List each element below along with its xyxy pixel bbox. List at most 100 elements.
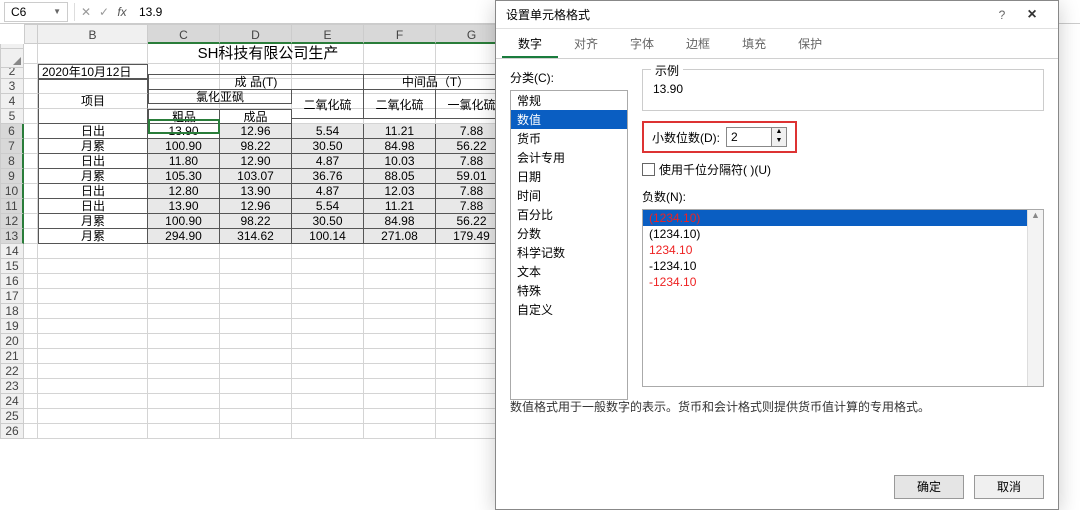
cell[interactable]: [292, 289, 364, 304]
cell[interactable]: 2020年10月12日: [38, 64, 148, 79]
select-all-corner[interactable]: [0, 48, 24, 68]
cell[interactable]: [24, 319, 38, 334]
category-item[interactable]: 百分比: [511, 205, 627, 224]
cell[interactable]: 月累: [38, 169, 148, 184]
row-header[interactable]: 11: [0, 199, 24, 214]
cell[interactable]: [220, 349, 292, 364]
category-item[interactable]: 分数: [511, 224, 627, 243]
cell[interactable]: [292, 424, 364, 439]
cell[interactable]: 4.87: [292, 184, 364, 199]
col-header[interactable]: D: [220, 24, 292, 44]
row-header[interactable]: 22: [0, 364, 24, 379]
cell[interactable]: [148, 259, 220, 274]
cell[interactable]: [148, 319, 220, 334]
cell[interactable]: [364, 334, 436, 349]
row-header[interactable]: 13: [0, 229, 24, 244]
cell[interactable]: [24, 394, 38, 409]
cell[interactable]: [148, 364, 220, 379]
cell[interactable]: 11.80: [148, 154, 220, 169]
dialog-titlebar[interactable]: 设置单元格格式 ? ×: [496, 1, 1058, 29]
tab-数字[interactable]: 数字: [502, 29, 558, 58]
cell[interactable]: [220, 409, 292, 424]
cell[interactable]: [292, 319, 364, 334]
cell[interactable]: [220, 319, 292, 334]
decimal-spinner[interactable]: ▲ ▼: [726, 127, 787, 147]
cell[interactable]: 5.54: [292, 199, 364, 214]
row-header[interactable]: 4: [0, 94, 24, 109]
spin-down-icon[interactable]: ▼: [772, 137, 786, 146]
cell[interactable]: [24, 184, 38, 199]
cell[interactable]: [24, 109, 38, 124]
cell[interactable]: [24, 214, 38, 229]
cell[interactable]: [24, 259, 38, 274]
cell[interactable]: [24, 44, 38, 64]
cell[interactable]: 11.21: [364, 199, 436, 214]
cell[interactable]: 日出: [38, 124, 148, 139]
row-header[interactable]: 6: [0, 124, 24, 139]
cell[interactable]: [24, 304, 38, 319]
cell[interactable]: [24, 349, 38, 364]
cell[interactable]: 105.30: [148, 169, 220, 184]
row-header[interactable]: 19: [0, 319, 24, 334]
cell[interactable]: 11.21: [364, 124, 436, 139]
cell[interactable]: [292, 379, 364, 394]
tab-字体[interactable]: 字体: [614, 29, 670, 58]
accept-formula-icon[interactable]: ✓: [95, 5, 113, 19]
cell[interactable]: [148, 394, 220, 409]
cell[interactable]: [148, 274, 220, 289]
row-header[interactable]: 3: [0, 79, 24, 94]
scroll-up-icon[interactable]: ▲: [1028, 210, 1043, 220]
cell[interactable]: [292, 394, 364, 409]
decimal-input[interactable]: [727, 128, 771, 146]
cell[interactable]: 项目: [38, 94, 148, 109]
cell[interactable]: [364, 244, 436, 259]
row-header[interactable]: 15: [0, 259, 24, 274]
cell[interactable]: [24, 94, 38, 109]
cell[interactable]: 12.03: [364, 184, 436, 199]
negative-item[interactable]: -1234.10: [643, 258, 1043, 274]
row-header[interactable]: 20: [0, 334, 24, 349]
cell[interactable]: [24, 229, 38, 244]
cell[interactable]: 粗品: [148, 109, 220, 124]
cell[interactable]: 12.80: [148, 184, 220, 199]
cell[interactable]: [292, 259, 364, 274]
cell[interactable]: [38, 349, 148, 364]
cell[interactable]: 98.22: [220, 139, 292, 154]
cell[interactable]: [24, 409, 38, 424]
help-icon[interactable]: ?: [988, 8, 1016, 22]
category-item[interactable]: 日期: [511, 167, 627, 186]
cell[interactable]: [38, 259, 148, 274]
category-item[interactable]: 常规: [511, 91, 627, 110]
cell[interactable]: [148, 424, 220, 439]
cell[interactable]: [24, 169, 38, 184]
cell[interactable]: 12.96: [220, 199, 292, 214]
cell[interactable]: [24, 379, 38, 394]
cell[interactable]: [24, 289, 38, 304]
cell[interactable]: 103.07: [220, 169, 292, 184]
cell[interactable]: [38, 424, 148, 439]
cell[interactable]: [364, 409, 436, 424]
cell[interactable]: [148, 349, 220, 364]
cell[interactable]: 36.76: [292, 169, 364, 184]
category-item[interactable]: 特殊: [511, 281, 627, 300]
cell[interactable]: 成品: [220, 109, 292, 124]
cell[interactable]: [364, 394, 436, 409]
cell[interactable]: [220, 394, 292, 409]
cell[interactable]: 294.90: [148, 229, 220, 244]
cell[interactable]: [292, 244, 364, 259]
cell[interactable]: [38, 244, 148, 259]
col-header[interactable]: E: [292, 24, 364, 44]
cell[interactable]: [220, 289, 292, 304]
negative-item[interactable]: (1234.10): [643, 210, 1043, 226]
cell[interactable]: [220, 259, 292, 274]
cell[interactable]: 12.90: [220, 154, 292, 169]
cell[interactable]: 100.90: [148, 214, 220, 229]
cell[interactable]: [220, 304, 292, 319]
cell[interactable]: [38, 79, 148, 94]
cell[interactable]: [38, 274, 148, 289]
row-header[interactable]: 26: [0, 424, 24, 439]
cell[interactable]: [24, 124, 38, 139]
cell[interactable]: 30.50: [292, 214, 364, 229]
cell[interactable]: [364, 304, 436, 319]
tab-对齐[interactable]: 对齐: [558, 29, 614, 58]
